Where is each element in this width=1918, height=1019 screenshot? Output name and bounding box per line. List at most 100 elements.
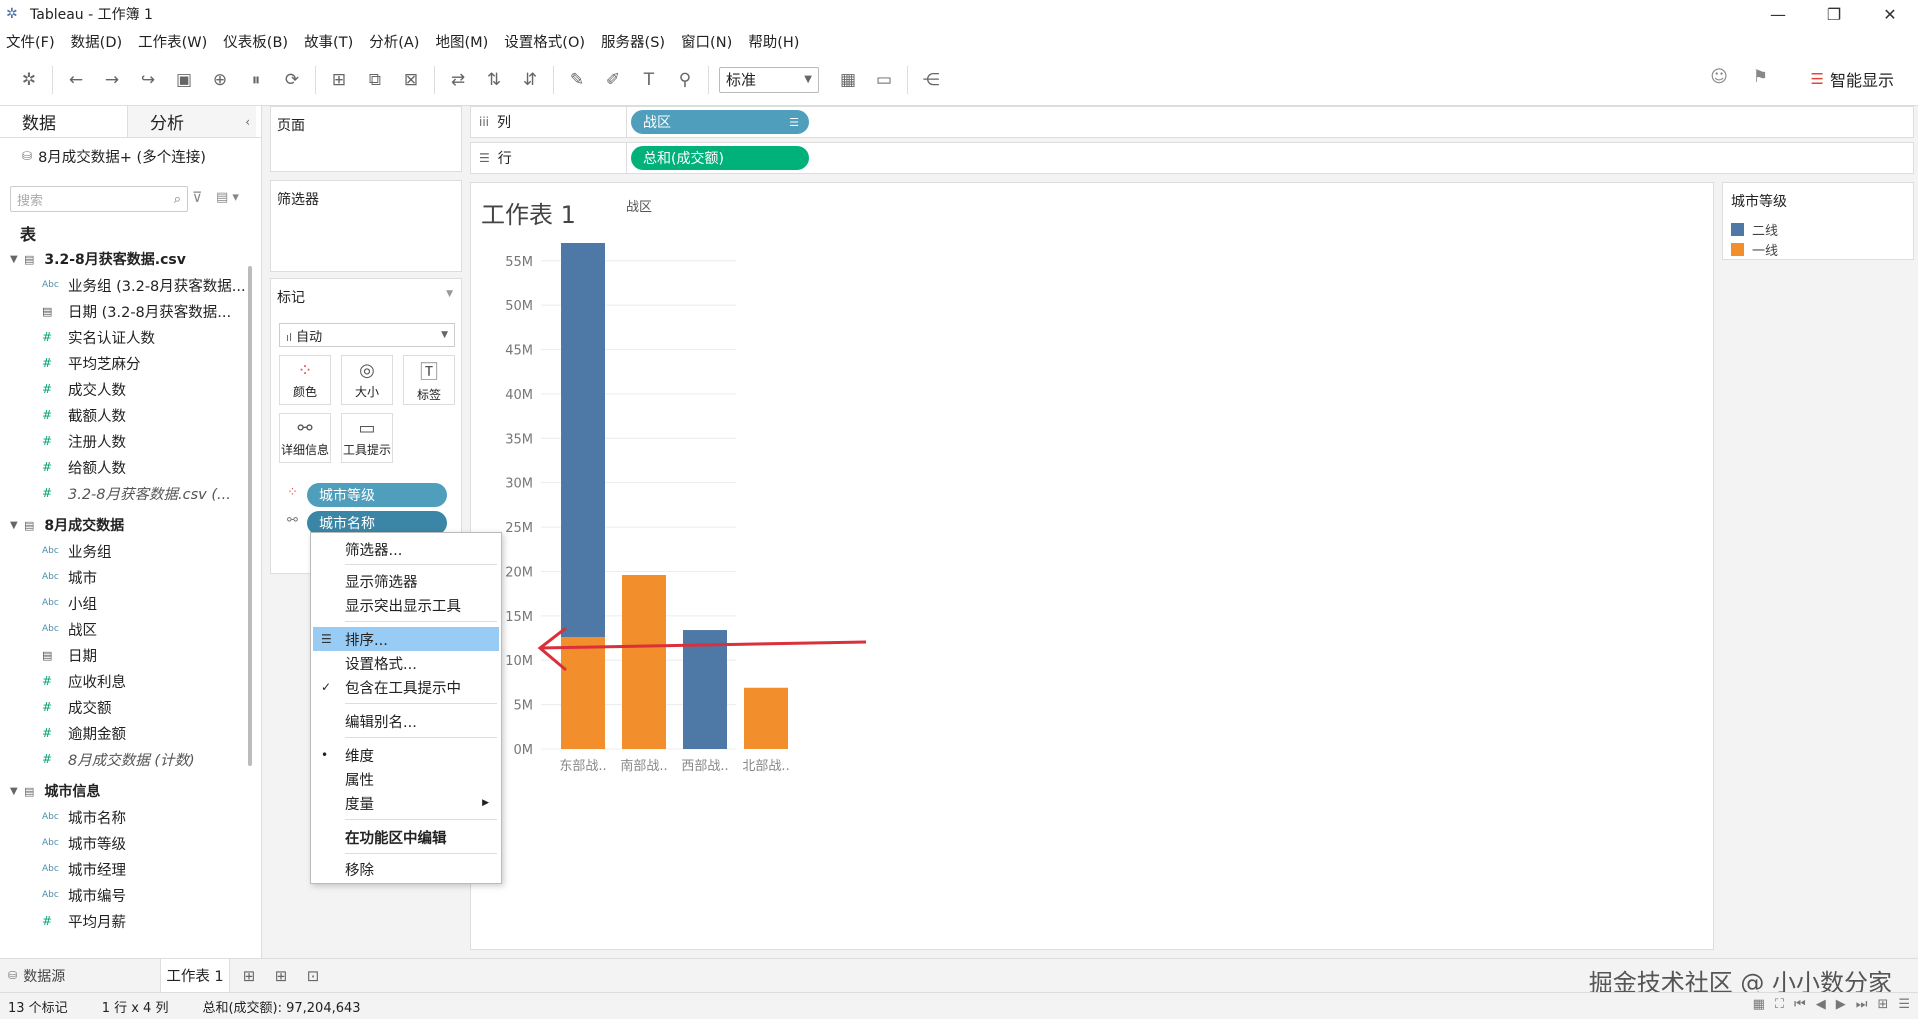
tab-data[interactable]: 数据	[0, 106, 128, 137]
view-options-icon[interactable]: ▤ ▾	[216, 190, 239, 205]
table-group[interactable]: ▼ ▤ 8月成交数据	[0, 512, 250, 538]
field-item[interactable]: # 成交额	[0, 694, 250, 720]
chevron-down-icon[interactable]: ▼	[10, 520, 24, 531]
redo-icon[interactable]: →	[99, 67, 125, 93]
field-item[interactable]: # 平均芝麻分	[0, 350, 250, 376]
menu-item-format[interactable]: 设置格式...	[313, 651, 499, 675]
menu-story[interactable]: 故事(T)	[304, 31, 353, 52]
collapse-pane-icon[interactable]: ‹	[245, 115, 250, 129]
datasource-tab[interactable]: ⛁ 数据源	[0, 959, 160, 993]
menu-data[interactable]: 数据(D)	[71, 31, 122, 52]
show-labels-icon[interactable]: T	[636, 67, 662, 93]
field-item[interactable]: Abc 小组	[0, 590, 250, 616]
menu-item-filter[interactable]: 筛选器...	[313, 537, 499, 561]
new-sheet-icon[interactable]: ⊞	[326, 67, 352, 93]
field-item[interactable]: # 应收利息	[0, 668, 250, 694]
tooltip-button[interactable]: ▭ 工具提示	[341, 413, 393, 463]
replace-data-icon[interactable]: ↪	[135, 67, 161, 93]
field-item[interactable]: # 实名认证人数	[0, 324, 250, 350]
menu-item-edit-alias[interactable]: 编辑别名...	[313, 709, 499, 733]
menu-file[interactable]: 文件(F)	[6, 31, 55, 52]
grid-view-icon[interactable]: ▦	[1753, 997, 1765, 1012]
field-item[interactable]: Abc 城市	[0, 564, 250, 590]
menu-format[interactable]: 设置格式(O)	[504, 31, 585, 52]
field-item[interactable]: # 注册人数	[0, 428, 250, 454]
menu-window[interactable]: 窗口(N)	[681, 31, 732, 52]
search-input[interactable]: 搜索 ⌕	[10, 186, 188, 212]
field-item[interactable]: Abc 城市名称	[0, 804, 250, 830]
field-item[interactable]: #8月成交数据 (计数)	[0, 746, 250, 772]
pin-icon[interactable]: ⚲	[672, 67, 698, 93]
field-item[interactable]: # 成交人数	[0, 376, 250, 402]
field-item[interactable]: ▤ 日期	[0, 642, 250, 668]
field-item[interactable]: Abc 业务组 (3.2-8月获客数据...	[0, 272, 250, 298]
field-item[interactable]: # 给额人数	[0, 454, 250, 480]
menu-item-attribute[interactable]: 属性	[313, 767, 499, 791]
field-item[interactable]: # 平均月薪	[0, 908, 250, 934]
menu-item-include-tooltip[interactable]: ✓ 包含在工具提示中	[313, 675, 499, 699]
field-item[interactable]: Abc 业务组	[0, 538, 250, 564]
sort-ascending-icon[interactable]: ⇅	[481, 67, 507, 93]
fit-select[interactable]: 标准 ▼	[719, 66, 819, 93]
tableau-home-icon[interactable]: ✲	[16, 67, 42, 93]
menu-item-measure[interactable]: 度量 ▶	[313, 791, 499, 815]
undo-icon[interactable]: ←	[63, 67, 89, 93]
tab-analysis[interactable]: 分析 ‹	[128, 106, 256, 137]
new-story-icon[interactable]: ⊡	[300, 967, 326, 985]
marks-pill-city-level[interactable]: 城市等级	[307, 483, 447, 507]
color-legend[interactable]: 城市等级 二线 一线	[1722, 182, 1914, 260]
highlight-icon[interactable]: ✎	[564, 67, 590, 93]
worksheet-view[interactable]: 工作表 1 战区 0M 5M 10M 15M 20M 25M 30M 35M 40M 45M 50M 5…	[470, 182, 1714, 950]
legend-item[interactable]: 二线	[1723, 219, 1913, 239]
restore-icon[interactable]: ❐	[1806, 0, 1862, 28]
tab-grid-icon[interactable]: ⊞	[1877, 997, 1888, 1012]
table-group[interactable]: ▼ ▤ 城市信息	[0, 778, 250, 804]
menu-item-dimension[interactable]: • 维度	[313, 743, 499, 767]
close-icon[interactable]: ✕	[1862, 0, 1918, 28]
table-group[interactable]: ▼ ▤ 3.2-8月获客数据.csv	[0, 246, 250, 272]
pages-card[interactable]: 页面	[270, 106, 462, 172]
ask-data-icon[interactable]: ☺	[1710, 67, 1728, 87]
chevron-down-icon[interactable]: ▼	[10, 254, 24, 265]
field-item[interactable]: Abc 城市经理	[0, 856, 250, 882]
nav-prev-icon[interactable]: ◀	[1816, 997, 1826, 1012]
nav-next-icon[interactable]: ▶	[1836, 997, 1846, 1012]
new-datasource-icon[interactable]: ⊕	[207, 67, 233, 93]
field-item[interactable]: Abc 城市编号	[0, 882, 250, 908]
presentation-mode-icon[interactable]: ▭	[871, 67, 897, 93]
fit-icon[interactable]: ⛶	[1775, 997, 1784, 1012]
tab-list-icon[interactable]: ☰	[1898, 997, 1910, 1012]
save-icon[interactable]: ▣	[171, 67, 197, 93]
label-button[interactable]: 🅃 标签	[403, 355, 455, 405]
nav-last-icon[interactable]: ⏭	[1856, 997, 1868, 1012]
tab-sheet-1[interactable]: 工作表 1	[160, 958, 230, 993]
menu-server[interactable]: 服务器(S)	[601, 31, 665, 52]
field-item[interactable]: # 逾期金额	[0, 720, 250, 746]
detail-button[interactable]: ⚯ 详细信息	[279, 413, 331, 463]
size-button[interactable]: ◎ 大小	[341, 355, 393, 405]
share-icon[interactable]: ⋲	[918, 67, 944, 93]
menu-analysis[interactable]: 分析(A)	[369, 31, 419, 52]
rows-pill-sum-amount[interactable]: 总和(成交额)	[631, 146, 809, 170]
filters-card[interactable]: 筛选器	[270, 180, 462, 272]
menu-item-remove[interactable]: 移除	[313, 857, 499, 881]
menu-item-show-highlighter[interactable]: 显示突出显示工具	[313, 593, 499, 617]
filter-icon[interactable]: ⊽	[192, 190, 202, 206]
refresh-icon[interactable]: ⟳	[279, 67, 305, 93]
chevron-down-icon[interactable]: ▼	[10, 786, 24, 797]
field-item[interactable]: ▤ 日期 (3.2-8月获客数据...	[0, 298, 250, 324]
menu-help[interactable]: 帮助(H)	[748, 31, 799, 52]
columns-shelf[interactable]: iii 列 战区 ☰	[470, 106, 1914, 138]
rows-shelf[interactable]: ☰ 行 总和(成交额)	[470, 142, 1914, 174]
field-item[interactable]: Abc 城市等级	[0, 830, 250, 856]
clear-sheet-icon[interactable]: ⊠	[398, 67, 424, 93]
field-item[interactable]: Abc 战区	[0, 616, 250, 642]
menu-dashboard[interactable]: 仪表板(B)	[223, 31, 288, 52]
menu-worksheet[interactable]: 工作表(W)	[138, 31, 207, 52]
menu-item-show-filter[interactable]: 显示筛选器	[313, 569, 499, 593]
legend-item[interactable]: 一线	[1723, 239, 1913, 259]
menu-map[interactable]: 地图(M)	[435, 31, 488, 52]
group-icon[interactable]: ✐	[600, 67, 626, 93]
color-button[interactable]: ⁘ 颜色	[279, 355, 331, 405]
nav-first-icon[interactable]: ⏮	[1794, 997, 1806, 1012]
